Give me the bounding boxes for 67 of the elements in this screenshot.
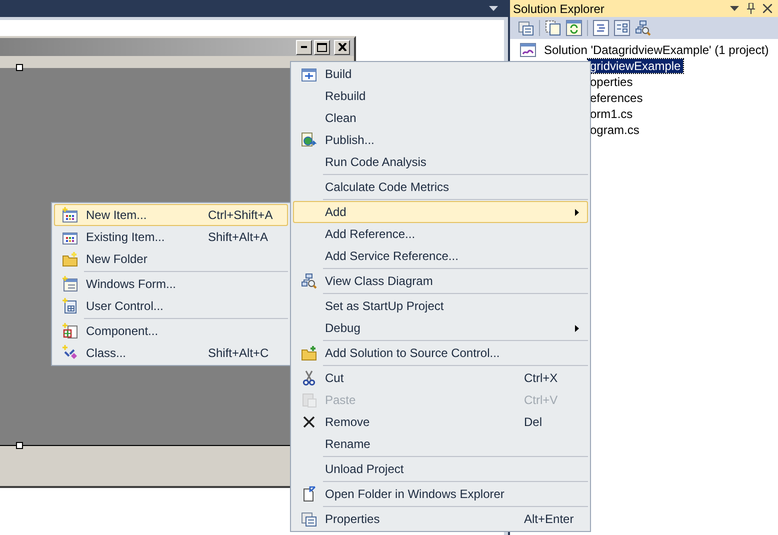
- resize-handle[interactable]: [16, 442, 23, 449]
- maximize-button[interactable]: [314, 40, 330, 54]
- menu-item[interactable]: User Control...: [54, 295, 288, 317]
- menu-item[interactable]: View Class Diagram: [293, 270, 588, 292]
- component-icon: [62, 323, 78, 339]
- page-arrow-icon: [301, 486, 317, 502]
- designer-view-icon[interactable]: [614, 20, 630, 36]
- globe-page-icon: [301, 132, 317, 148]
- close-icon: [338, 43, 346, 51]
- properties-icon[interactable]: [518, 20, 534, 36]
- close-button[interactable]: [334, 40, 350, 54]
- tree-item[interactable]: gridviewExample: [588, 59, 683, 73]
- windows-form-icon: [62, 276, 78, 292]
- menu-item[interactable]: Run Code Analysis: [293, 151, 588, 173]
- resize-handle[interactable]: [16, 64, 23, 71]
- pages-icon[interactable]: [545, 20, 561, 36]
- delete-icon: [301, 414, 317, 430]
- scissors-icon: [301, 370, 317, 386]
- dropdown-icon[interactable]: [489, 6, 498, 11]
- class-diagram-icon: [301, 273, 317, 289]
- menu-item[interactable]: Calculate Code Metrics: [293, 176, 588, 198]
- menu-item[interactable]: Set as StartUp Project: [293, 295, 588, 317]
- menu-item[interactable]: Windows Form...: [54, 273, 288, 295]
- tree-item[interactable]: operties: [588, 75, 635, 89]
- user-control-icon: [62, 298, 78, 314]
- tree-item[interactable]: orm1.cs: [588, 107, 635, 121]
- menu-item[interactable]: Unload Project: [293, 458, 588, 480]
- tree-item[interactable]: eferences: [588, 91, 645, 105]
- menu-item[interactable]: Add Solution to Source Control...: [293, 342, 588, 364]
- refresh-icon[interactable]: [566, 20, 582, 36]
- menu-item[interactable]: Rebuild: [293, 85, 588, 107]
- menu-item[interactable]: Cut Ctrl+X: [293, 367, 588, 389]
- menu-item[interactable]: Add Service Reference...: [293, 245, 588, 267]
- new-item-icon: [62, 207, 78, 223]
- close-icon[interactable]: [763, 4, 772, 13]
- menu-item[interactable]: Add Reference...: [293, 223, 588, 245]
- clipboard-icon: [301, 392, 317, 408]
- menu-item[interactable]: Debug: [293, 317, 588, 339]
- solution-icon: [520, 42, 536, 58]
- pin-icon[interactable]: [747, 3, 755, 14]
- minimize-icon: [301, 46, 307, 48]
- properties-icon: [301, 511, 317, 527]
- menu-item[interactable]: Component...: [54, 320, 288, 342]
- menu-item[interactable]: Open Folder in Windows Explorer: [293, 483, 588, 505]
- tree-item[interactable]: ogram.cs: [588, 123, 642, 137]
- menu-item[interactable]: Properties Alt+Enter: [293, 508, 588, 530]
- menu-item[interactable]: Remove Del: [293, 411, 588, 433]
- menu-item[interactable]: Build: [293, 63, 588, 85]
- menu-item[interactable]: Existing Item... Shift+Alt+A: [54, 226, 288, 248]
- menu-item[interactable]: New Folder: [54, 248, 288, 270]
- menu-item[interactable]: Add: [293, 201, 588, 223]
- menu-item[interactable]: Publish...: [293, 129, 588, 151]
- tree-item[interactable]: Solution 'DatagridviewExample' (1 project): [542, 43, 771, 57]
- panel-title: Solution Explorer: [513, 2, 606, 16]
- folder-icon: [301, 345, 317, 361]
- class-diagram-icon[interactable]: [635, 20, 651, 36]
- minimize-button[interactable]: [296, 40, 312, 54]
- build-icon: [301, 66, 317, 82]
- menu-item[interactable]: Class... Shift+Alt+C: [54, 342, 288, 364]
- new-folder-icon: [62, 251, 78, 267]
- menu-item[interactable]: Rename: [293, 433, 588, 455]
- menu-item[interactable]: New Item... Ctrl+Shift+A: [54, 204, 288, 226]
- class-icon: [62, 345, 78, 361]
- maximize-icon: [317, 42, 327, 52]
- menu-item[interactable]: Clean: [293, 107, 588, 129]
- dropdown-icon[interactable]: [730, 6, 739, 11]
- code-view-icon[interactable]: [593, 20, 609, 36]
